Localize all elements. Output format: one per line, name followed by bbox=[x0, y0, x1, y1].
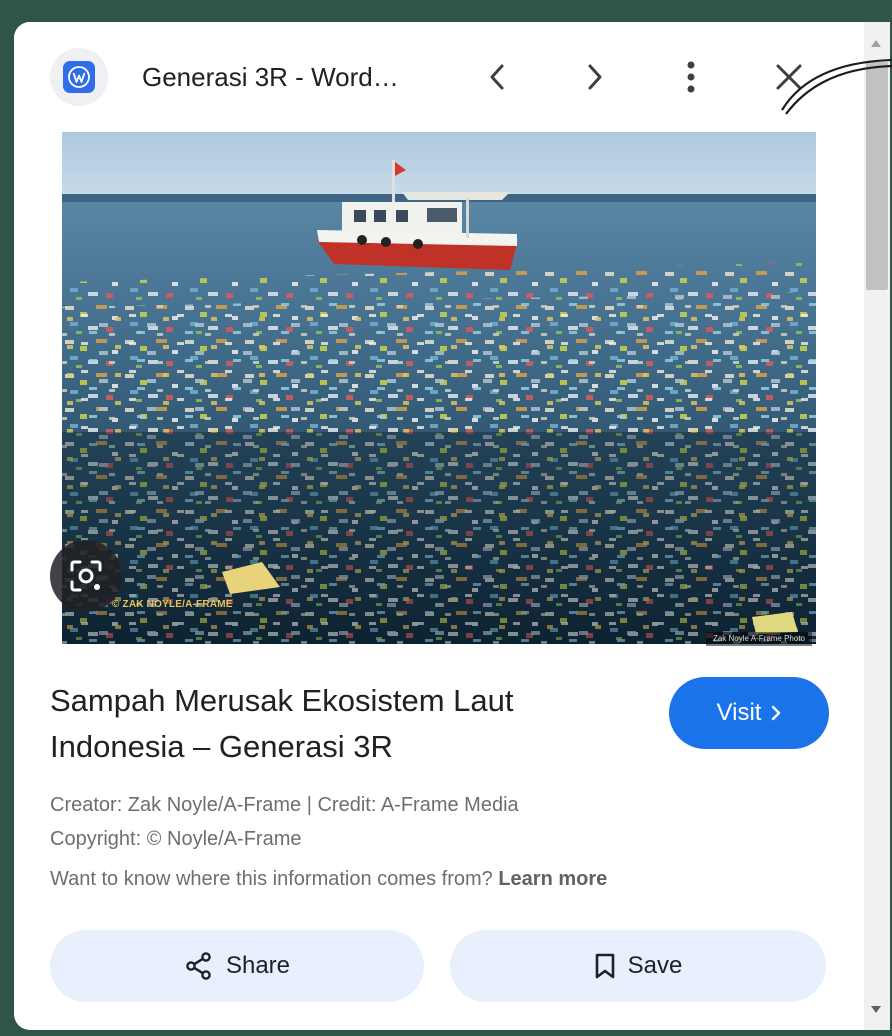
site-title[interactable]: Generasi 3R - Word… bbox=[142, 62, 399, 93]
share-button[interactable]: Share bbox=[50, 930, 424, 1002]
lens-search-icon bbox=[70, 560, 102, 592]
image-credit-caption: Zak Noyle A-Frame Photo bbox=[706, 632, 812, 646]
visit-label: Visit bbox=[716, 699, 762, 726]
site-favicon[interactable] bbox=[50, 48, 108, 106]
panel-header: Generasi 3R - Word… bbox=[14, 22, 864, 132]
learn-more-link[interactable]: Learn more bbox=[498, 868, 607, 890]
annotation-stroke bbox=[781, 58, 892, 115]
save-label: Save bbox=[627, 952, 683, 979]
copyright-text: Copyright: © Noyle/A-Frame bbox=[50, 828, 302, 850]
bookmark-icon bbox=[595, 953, 614, 979]
result-title[interactable]: Sampah Merusak Ekosistem Laut Indonesia … bbox=[50, 678, 640, 770]
chevron-right-icon bbox=[772, 705, 781, 721]
wordpress-icon bbox=[63, 61, 95, 93]
scroll-up-arrow[interactable] bbox=[871, 40, 881, 47]
share-label: Share bbox=[225, 952, 291, 979]
back-button[interactable] bbox=[472, 52, 522, 102]
chevron-right-icon bbox=[588, 64, 602, 90]
image-watermark: © ZAK NOYLE/A-FRAME bbox=[112, 599, 233, 610]
info-question: Want to know where this information come… bbox=[50, 868, 493, 890]
result-title-line-1: Sampah Merusak Ekosistem Laut bbox=[50, 683, 514, 718]
creator-credit-text: Creator: Zak Noyle/A-Frame | Credit: A-F… bbox=[50, 794, 519, 816]
more-options-button[interactable] bbox=[666, 52, 716, 102]
share-icon bbox=[186, 952, 211, 980]
result-title-line-2: Indonesia – Generasi 3R bbox=[50, 729, 393, 764]
visit-button[interactable]: Visit bbox=[669, 677, 829, 749]
info-source-text: Want to know where this information come… bbox=[50, 868, 607, 891]
more-vert-icon bbox=[687, 61, 695, 93]
image-details-panel: Generasi 3R - Word… © ZAK NOYLE/A-FRAME … bbox=[14, 22, 890, 1030]
lens-search-button[interactable] bbox=[50, 540, 122, 612]
scroll-down-arrow[interactable] bbox=[871, 1006, 881, 1013]
result-image[interactable] bbox=[62, 132, 816, 644]
chevron-left-icon bbox=[490, 64, 504, 90]
save-button[interactable]: Save bbox=[450, 930, 826, 1002]
forward-button[interactable] bbox=[570, 52, 620, 102]
